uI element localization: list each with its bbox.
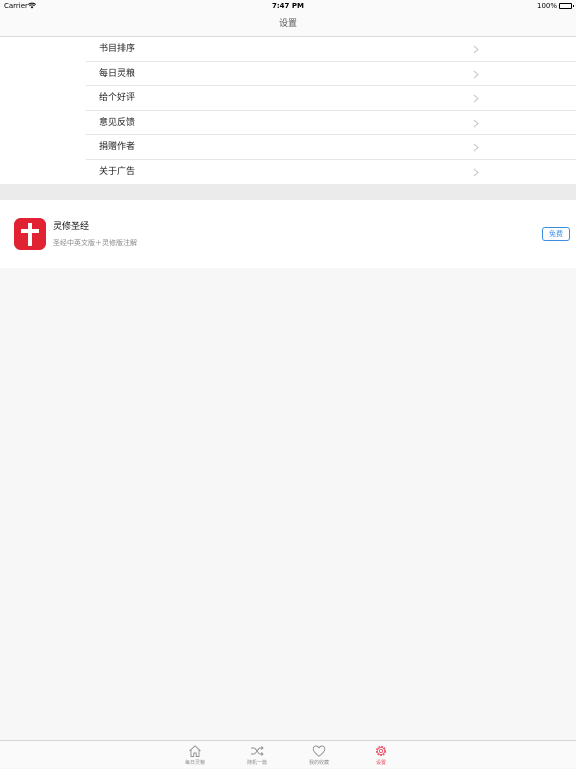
tab-label: 每日灵粮 [184,760,205,766]
chevron-right-icon [473,94,479,103]
settings-item-label: 关于广告 [99,166,136,177]
heart-icon [312,745,326,757]
status-bar: Carrier 7:47 PM 100% [0,0,576,12]
settings-item-label: 每日灵粮 [99,68,136,79]
navigation-bar: 设置 [0,12,576,37]
app-name: 灵修圣经 [53,222,90,232]
tab-random[interactable]: 随机一篇 [232,741,282,769]
home-icon [189,745,201,757]
settings-item-label: 给个好评 [99,93,136,104]
settings-list: 书目排序 每日灵粮 给个好评 意见反馈 捐赠作者 关于广告 [0,37,576,184]
settings-item-feedback[interactable]: 意见反馈 [86,111,576,136]
chevron-right-icon [473,168,479,177]
app-icon[interactable] [14,218,46,250]
tab-favorites[interactable]: 我的收藏 [294,741,344,769]
app-subtitle: 圣经中英文版＋灵修版注解 [53,239,137,247]
settings-item-about-ads[interactable]: 关于广告 [86,160,576,185]
battery-percentage: 100% [536,2,557,10]
chevron-right-icon [473,45,479,54]
clock: 7:47 PM [272,2,304,10]
get-free-button[interactable]: 免费 [542,227,570,241]
section-divider [0,184,576,200]
tab-label: 设置 [375,760,386,766]
settings-item-rate-app[interactable]: 给个好评 [86,86,576,111]
gear-icon [375,745,387,757]
battery-icon [559,3,574,9]
chevron-right-icon [473,70,479,78]
shuffle-icon [251,746,264,756]
chevron-right-icon [473,119,479,128]
page-title: 设置 [278,19,297,29]
cross-icon [14,218,46,250]
app-promo-card[interactable]: 灵修圣经 圣经中英文版＋灵修版注解 免费 [0,200,576,268]
settings-item-label: 意见反馈 [99,117,136,128]
tab-bar: 每日灵粮 随机一篇 我的收藏 设置 [0,740,576,768]
settings-item-label: 捐赠作者 [99,142,136,153]
tab-daily-bread[interactable]: 每日灵粮 [170,741,220,769]
settings-item-daily-bread[interactable]: 每日灵粮 [86,62,576,87]
settings-item-label: 书目排序 [99,44,136,54]
tab-label: 随机一篇 [246,760,267,766]
settings-item-donate[interactable]: 捐赠作者 [86,135,576,160]
tab-label: 我的收藏 [308,760,329,766]
tab-settings[interactable]: 设置 [356,741,406,769]
settings-item-book-order[interactable]: 书目排序 [86,37,576,62]
chevron-right-icon [473,143,479,152]
